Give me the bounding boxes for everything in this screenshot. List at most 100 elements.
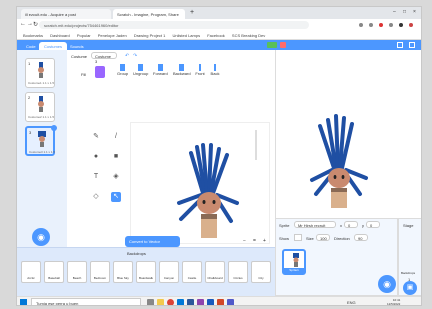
close-window-button[interactable]: × bbox=[413, 9, 416, 15]
backdrop-item[interactable]: Chalkboard bbox=[205, 261, 225, 283]
bookmark-item[interactable]: Facebook bbox=[207, 33, 225, 38]
backdrop-item[interactable]: Arctic bbox=[21, 261, 41, 283]
sprite-tile-label: Sprite1 bbox=[284, 268, 304, 273]
circle-tool-icon[interactable]: ● bbox=[91, 152, 101, 162]
windows-start-icon[interactable] bbox=[20, 299, 27, 305]
costume-name-input[interactable]: Costume 3 bbox=[91, 52, 117, 64]
minimize-button[interactable]: – bbox=[393, 9, 396, 15]
size-label: Size bbox=[306, 236, 314, 241]
direction-input[interactable]: 90 bbox=[354, 234, 368, 241]
choose-costume-button[interactable]: ◉ bbox=[32, 228, 50, 246]
backdrop-item[interactable]: Bedroom bbox=[90, 261, 110, 283]
costume-thumbnail bbox=[38, 96, 44, 112]
convert-to-vector-button[interactable]: Convert to Vector bbox=[125, 236, 180, 247]
backdrop-item[interactable]: Boardwalk bbox=[136, 261, 156, 283]
fullscreen-icon[interactable] bbox=[409, 42, 415, 48]
brush-tool-icon[interactable]: ✎ bbox=[91, 132, 101, 142]
backdrops-label: Backdrops bbox=[401, 271, 416, 275]
powerpoint-icon[interactable] bbox=[217, 299, 224, 305]
back-button[interactable]: Back bbox=[209, 64, 221, 82]
small-stage-icon[interactable] bbox=[397, 42, 403, 48]
teams-icon[interactable] bbox=[227, 299, 234, 305]
fill-color-swatch[interactable] bbox=[95, 66, 105, 78]
file-explorer-icon[interactable] bbox=[157, 299, 164, 305]
x-input[interactable]: 0 bbox=[344, 221, 358, 228]
browser-tab-1[interactable]: ill ezcuit.edu - Acquire a post bbox=[21, 9, 111, 19]
front-button[interactable]: Front bbox=[193, 64, 207, 82]
bookmark-item[interactable]: Penelope Jaden bbox=[98, 33, 127, 38]
backdrop-item[interactable]: Castle bbox=[182, 261, 202, 283]
ungroup-button[interactable]: Ungroup bbox=[133, 64, 148, 82]
stop-icon[interactable] bbox=[280, 42, 286, 48]
bookmark-item[interactable]: Dashboard bbox=[50, 33, 70, 38]
bookmark-item[interactable]: Popular bbox=[77, 33, 91, 38]
backward-button[interactable]: Backward bbox=[173, 64, 191, 82]
reload-icon[interactable]: ↻ bbox=[33, 21, 38, 28]
taskbar-search-placeholder: Tumia ese perra u buen bbox=[36, 301, 79, 306]
sprite-name-input[interactable]: Mr Hirsh recruit bbox=[294, 221, 336, 228]
stage-selector-pane[interactable]: Stage Backdrops 1 ▣ bbox=[398, 218, 421, 296]
backdrop-item[interactable]: Canyon bbox=[159, 261, 179, 283]
costume-tile[interactable]: 2 Costume2 1.1 x 1.5 bbox=[25, 92, 55, 122]
chrome-icon[interactable] bbox=[167, 299, 174, 305]
zoom-out-button[interactable]: − bbox=[243, 238, 246, 244]
address-input[interactable]: scratch.mit.edu/projects/754461960/edito… bbox=[39, 21, 309, 29]
stage[interactable] bbox=[275, 50, 421, 218]
back-label: Back bbox=[210, 71, 220, 76]
photos-icon[interactable] bbox=[197, 299, 204, 305]
green-flag-icon[interactable] bbox=[267, 42, 277, 48]
clock[interactable]: 10:41 12/5/2022 bbox=[387, 298, 400, 305]
select-tool-icon[interactable]: ↖ bbox=[111, 192, 121, 202]
front-label: Front bbox=[195, 71, 205, 76]
extension-icons[interactable] bbox=[357, 22, 417, 28]
tab-sounds[interactable]: Sounds bbox=[65, 42, 89, 50]
rectangle-tool-icon[interactable]: ■ bbox=[111, 152, 121, 162]
stage-sprite bbox=[310, 114, 368, 208]
bookmark-item[interactable]: Drawing Project 1 bbox=[134, 33, 166, 38]
arrow-left-icon[interactable]: ← bbox=[20, 21, 26, 27]
backdrop-item[interactable]: Beach bbox=[67, 261, 87, 283]
task-view-icon[interactable] bbox=[147, 299, 154, 305]
drawing-canvas[interactable] bbox=[130, 122, 270, 244]
bookmark-item[interactable]: SCS Breaking Dev bbox=[232, 33, 265, 38]
word-icon[interactable] bbox=[207, 299, 214, 305]
fill-tool-icon[interactable]: ◈ bbox=[111, 172, 121, 182]
new-tab-button[interactable]: + bbox=[190, 9, 194, 16]
tab-code[interactable]: Code bbox=[21, 42, 41, 50]
sprite-tile-selected[interactable]: Sprite1 bbox=[282, 249, 306, 275]
forward-button[interactable]: Forward bbox=[153, 64, 168, 82]
vertical-scrollbar[interactable] bbox=[255, 130, 257, 160]
undo-icon[interactable]: ↶ bbox=[125, 53, 129, 59]
text-tool-icon[interactable]: T bbox=[91, 172, 101, 182]
browser-tab-2[interactable]: Scratch - Imagine, Program, Share bbox=[113, 9, 185, 19]
size-input[interactable]: 100 bbox=[316, 234, 330, 241]
tab-costumes[interactable]: Costumes bbox=[39, 42, 68, 50]
tray-language[interactable]: ENG bbox=[347, 300, 356, 305]
mail-icon[interactable] bbox=[177, 299, 184, 305]
zoom-in-button[interactable]: + bbox=[263, 238, 266, 244]
bookmark-item[interactable]: Bookmarks bbox=[23, 33, 43, 38]
costume-tile[interactable]: 1 Costume1 1.1 x 1.5 bbox=[25, 58, 55, 88]
zoom-reset-button[interactable]: = bbox=[253, 238, 256, 244]
group-button[interactable]: Group bbox=[117, 64, 128, 82]
choose-sprite-button[interactable]: ◉ bbox=[378, 275, 396, 293]
backdrop-item[interactable]: Circles bbox=[228, 261, 248, 283]
show-eye-icon[interactable] bbox=[294, 234, 302, 241]
backdrop-item[interactable]: Baseball bbox=[44, 261, 64, 283]
redo-icon[interactable]: ↷ bbox=[133, 53, 137, 59]
costume-thumbnail bbox=[38, 131, 46, 147]
delete-costume-icon[interactable] bbox=[51, 125, 57, 131]
maximize-button[interactable]: □ bbox=[403, 9, 406, 15]
eraser-tool-icon[interactable]: ◇ bbox=[91, 192, 101, 202]
backdrop-library-title: Backdrops bbox=[127, 251, 146, 256]
costume-tile-selected[interactable]: 3 Costume3 1.1 x 1.5 bbox=[25, 125, 57, 156]
line-tool-icon[interactable]: / bbox=[111, 132, 121, 142]
backdrop-item[interactable]: Blue Sky bbox=[113, 261, 133, 283]
taskbar-search-box[interactable]: Tumia ese perra u buen bbox=[31, 298, 141, 306]
costume-name-label: Costume bbox=[71, 54, 88, 59]
store-icon[interactable] bbox=[187, 299, 194, 305]
y-input[interactable]: 0 bbox=[366, 221, 380, 228]
choose-backdrop-button[interactable]: ▣ bbox=[403, 281, 417, 295]
bookmark-item[interactable]: Unlisted Lamps bbox=[173, 33, 201, 38]
backdrop-item[interactable]: City bbox=[251, 261, 271, 283]
